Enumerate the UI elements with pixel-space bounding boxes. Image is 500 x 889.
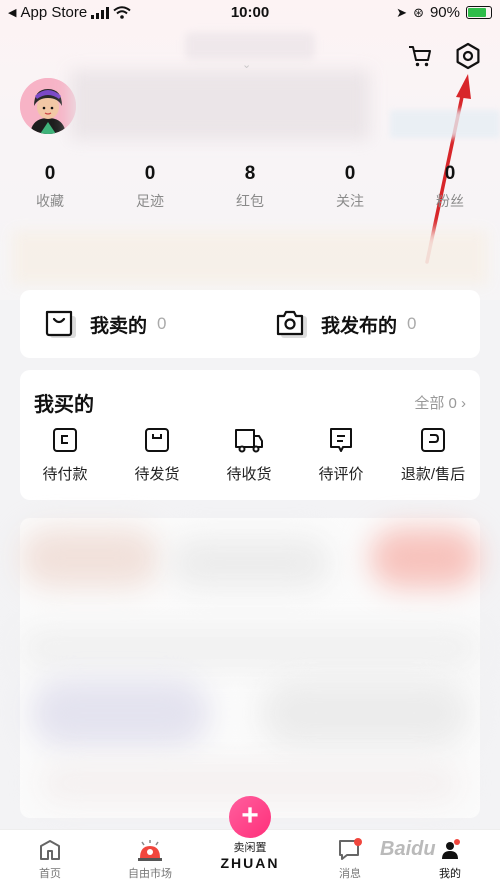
pending-review-icon xyxy=(330,428,352,452)
tab-home[interactable]: 首页 xyxy=(10,838,90,881)
shop-bag-icon xyxy=(45,310,76,338)
my-published-button[interactable]: 我发布的 0 xyxy=(275,308,416,340)
order-label: 待收货 xyxy=(226,466,272,483)
battery-percentage: 90% xyxy=(429,4,460,21)
tab-label: 首页 xyxy=(39,868,61,880)
refund-icon xyxy=(421,428,445,452)
avatar[interactable] xyxy=(20,78,76,134)
plus-icon: + xyxy=(229,796,271,838)
my-published-label: 我发布的 xyxy=(321,315,398,337)
blurred-username xyxy=(70,70,370,140)
brand-logo-text: ZHUAN xyxy=(220,855,280,871)
order-pending-review[interactable]: 待评价 xyxy=(296,426,386,484)
stat-label: 红包 xyxy=(236,193,264,209)
order-pending-payment[interactable]: 待付款 xyxy=(20,426,110,484)
tab-messages[interactable]: 消息 xyxy=(310,838,390,881)
settings-gear-icon[interactable] xyxy=(454,42,482,70)
stat-label: 收藏 xyxy=(36,193,64,209)
pending-shipment-icon xyxy=(145,428,169,452)
avatar-illustration xyxy=(20,78,76,134)
my-sold-button[interactable]: 我卖的 0 xyxy=(44,308,166,340)
order-refund[interactable]: 退款/售后 xyxy=(388,426,478,484)
stats-row: 0 收藏 0 足迹 8 红包 0 关注 0 粉丝 xyxy=(0,163,500,213)
stat-label: 关注 xyxy=(336,193,364,209)
market-icon xyxy=(138,840,162,861)
order-label: 退款/售后 xyxy=(400,466,466,483)
my-sold-count: 0 xyxy=(157,314,167,333)
stat-label: 粉丝 xyxy=(436,193,464,209)
cart-icon[interactable] xyxy=(407,43,433,69)
tab-label: 我的 xyxy=(439,868,461,880)
status-bar: ◀ App Store 10:00 ➤ ⊛ 90% xyxy=(0,0,500,26)
stat-value: 8 xyxy=(244,163,256,184)
sell-idle-label: 卖闲置 xyxy=(233,842,267,854)
my-bought-title: 我买的 xyxy=(34,394,94,416)
home-icon xyxy=(40,840,60,860)
view-all-orders-link[interactable]: 全部 0 › xyxy=(414,392,466,413)
tab-label: 自由市场 xyxy=(128,868,172,880)
tab-market[interactable]: 自由市场 xyxy=(110,838,190,881)
tab-label: 消息 xyxy=(339,868,361,880)
stat-favorites[interactable]: 0 收藏 xyxy=(10,163,90,211)
stat-label: 足迹 xyxy=(136,193,164,209)
buy-card: 我买的 全部 0 › 待付款 待发货 待收货 待评价 退款/售后 xyxy=(20,370,480,500)
rotation-lock-icon: ⊛ xyxy=(413,4,424,20)
stat-red-packets[interactable]: 8 红包 xyxy=(210,163,290,211)
camera-icon xyxy=(276,310,307,338)
blurred-banner xyxy=(12,230,488,285)
order-label: 待发货 xyxy=(134,466,180,483)
order-label: 待评价 xyxy=(318,466,364,483)
order-pending-shipment[interactable]: 待发货 xyxy=(112,426,202,484)
blurred-header-title xyxy=(185,32,315,60)
stat-value: 0 xyxy=(344,163,356,184)
profile-icon xyxy=(442,839,460,859)
messages-icon xyxy=(339,838,362,860)
stat-following[interactable]: 0 关注 xyxy=(310,163,390,211)
blurred-content-area xyxy=(20,518,480,818)
stat-value: 0 xyxy=(144,163,156,184)
my-sold-label: 我卖的 xyxy=(90,315,148,337)
pending-payment-icon xyxy=(53,428,77,452)
order-pending-receipt[interactable]: 待收货 xyxy=(204,426,294,484)
location-icon: ➤ xyxy=(396,4,408,20)
pending-receipt-icon xyxy=(235,429,263,453)
blurred-profile-info xyxy=(390,110,500,138)
watermark: Baidu xyxy=(380,838,436,860)
my-published-count: 0 xyxy=(407,314,417,333)
stat-value: 0 xyxy=(444,163,456,184)
stat-followers[interactable]: 0 粉丝 xyxy=(410,163,490,211)
sell-idle-button[interactable]: + 卖闲置 ZHUAN xyxy=(210,796,290,871)
stat-footprints[interactable]: 0 足迹 xyxy=(110,163,190,211)
sell-card: 我卖的 0 我发布的 0 xyxy=(20,290,480,358)
order-label: 待付款 xyxy=(42,466,88,483)
stat-value: 0 xyxy=(44,163,56,184)
battery-icon xyxy=(466,6,492,19)
